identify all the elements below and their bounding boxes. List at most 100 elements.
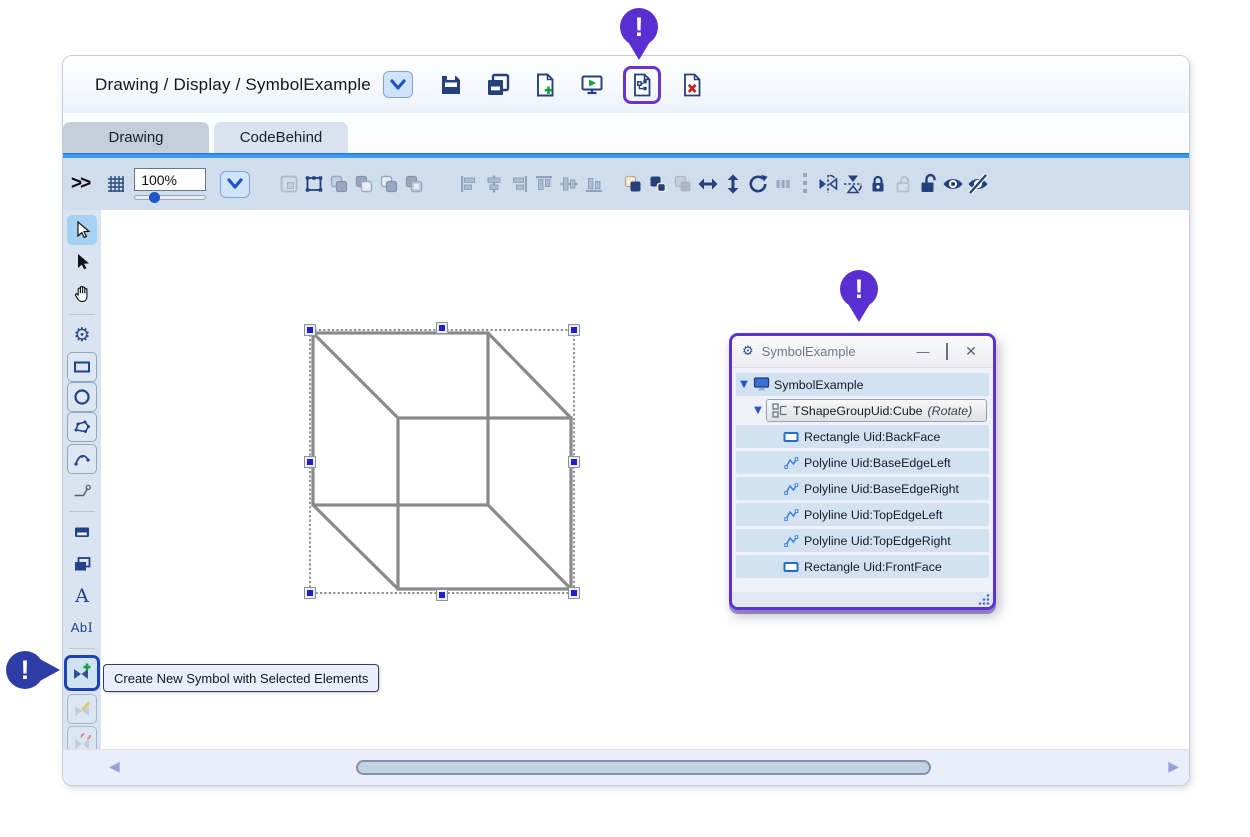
tree-row-group[interactable]: ▼ TShapeGroupUid:Cube (Rotate) bbox=[736, 399, 989, 422]
chevron-down-icon bbox=[389, 78, 407, 92]
zoom-slider[interactable] bbox=[134, 195, 206, 200]
expander-icon[interactable]: ▼ bbox=[750, 405, 766, 416]
scroll-left-arrow[interactable]: ◀ bbox=[109, 759, 120, 775]
unlock-button[interactable] bbox=[890, 172, 915, 197]
align-left-button[interactable] bbox=[456, 172, 481, 197]
send-to-back-button[interactable] bbox=[401, 172, 426, 197]
display-icon bbox=[753, 377, 770, 392]
horizontal-scrollbar[interactable]: ◀ ▶ bbox=[63, 749, 1189, 785]
ellipse-tool[interactable] bbox=[67, 382, 97, 412]
tree-row-backface[interactable]: Rectangle Uid:BackFace bbox=[736, 425, 989, 448]
create-symbol-file-button[interactable] bbox=[628, 71, 656, 99]
tree-selected-item[interactable]: TShapeGroupUid:Cube (Rotate) bbox=[766, 399, 987, 422]
cube-top-edge-left[interactable] bbox=[313, 333, 398, 418]
mirror-vertical-icon bbox=[841, 172, 865, 196]
zoom-dropdown-button[interactable] bbox=[220, 171, 250, 198]
align-center-horizontal-button[interactable] bbox=[481, 172, 506, 197]
symbol-window-titlebar[interactable]: ⚙ SymbolExample — ✕ bbox=[732, 336, 993, 368]
curve-tool[interactable] bbox=[67, 444, 97, 474]
tool-sidebar: ⚙ A AbI bbox=[63, 210, 101, 751]
grid-toggle-button[interactable] bbox=[103, 172, 128, 197]
cube-base-edge-left[interactable] bbox=[313, 505, 398, 589]
expander-icon[interactable]: ▼ bbox=[736, 379, 752, 390]
run-preview-button[interactable] bbox=[576, 69, 608, 101]
align-bottom-icon bbox=[582, 172, 606, 196]
delete-document-button[interactable] bbox=[676, 69, 708, 101]
scrollbar-thumb[interactable] bbox=[356, 760, 931, 775]
pan-tool[interactable] bbox=[67, 279, 97, 309]
dimension-tool[interactable] bbox=[67, 476, 97, 506]
new-document-button[interactable] bbox=[529, 69, 561, 101]
scroll-right-arrow[interactable]: ▶ bbox=[1168, 759, 1179, 775]
align-middle-button[interactable] bbox=[556, 172, 581, 197]
delete-document-icon bbox=[679, 72, 705, 98]
run-preview-icon bbox=[579, 72, 605, 98]
tree-row-baseedgeright[interactable]: Polyline Uid:BaseEdgeRight bbox=[736, 477, 989, 500]
create-symbol-tool[interactable] bbox=[67, 658, 97, 688]
layers-tool[interactable] bbox=[67, 549, 97, 579]
document-dropdown-button[interactable] bbox=[383, 71, 413, 98]
polygon-tool[interactable] bbox=[67, 412, 97, 442]
settings-tool[interactable]: ⚙ bbox=[67, 320, 97, 350]
symbol-example-window[interactable]: ⚙ SymbolExample — ✕ ▼ SymbolExample ▼ bbox=[729, 333, 996, 610]
rotate-button[interactable] bbox=[745, 172, 770, 197]
maximize-button[interactable] bbox=[935, 344, 959, 359]
flip-vertical-button[interactable] bbox=[720, 172, 745, 197]
distribute-button[interactable] bbox=[770, 172, 795, 197]
tree-row-baseedgeleft[interactable]: Polyline Uid:BaseEdgeLeft bbox=[736, 451, 989, 474]
label-tool[interactable]: AbI bbox=[67, 613, 97, 643]
close-button[interactable]: ✕ bbox=[959, 343, 983, 360]
bring-forward-button[interactable] bbox=[376, 172, 401, 197]
ungroup-button[interactable] bbox=[645, 172, 670, 197]
show-element-button[interactable] bbox=[940, 172, 965, 197]
flip-horizontal-button[interactable] bbox=[695, 172, 720, 197]
text-tool[interactable]: A bbox=[67, 581, 97, 611]
mirror-horizontal-button[interactable] bbox=[815, 172, 840, 197]
tree-row-root[interactable]: ▼ SymbolExample bbox=[736, 373, 989, 396]
group-disabled-button[interactable] bbox=[670, 172, 695, 197]
align-right-icon bbox=[507, 172, 531, 196]
edit-symbol-tool[interactable] bbox=[67, 694, 97, 724]
select-bounds-icon bbox=[277, 172, 301, 196]
bring-to-front-button[interactable] bbox=[326, 172, 351, 197]
rectangle-icon bbox=[783, 430, 800, 444]
align-bottom-button[interactable] bbox=[581, 172, 606, 197]
tree-row-topedgeleft[interactable]: Polyline Uid:TopEdgeLeft bbox=[736, 503, 989, 526]
tab-drawing[interactable]: Drawing bbox=[63, 122, 209, 153]
cube-group[interactable] bbox=[313, 333, 571, 589]
align-middle-icon bbox=[557, 172, 581, 196]
zoom-input[interactable] bbox=[134, 168, 206, 191]
resize-grip-icon[interactable] bbox=[977, 593, 991, 605]
transform-handles-button[interactable] bbox=[301, 172, 326, 197]
filled-rectangle-tool[interactable] bbox=[67, 517, 97, 547]
align-top-button[interactable] bbox=[531, 172, 556, 197]
zoom-slider-knob[interactable] bbox=[149, 192, 160, 203]
select-bounds-button[interactable] bbox=[276, 172, 301, 197]
direct-select-tool[interactable] bbox=[67, 247, 97, 277]
polyline-icon bbox=[783, 481, 799, 496]
top-toolbar: Drawing / Display / SymbolExample bbox=[63, 56, 1189, 113]
create-symbol-file-icon bbox=[629, 72, 655, 98]
minimize-button[interactable]: — bbox=[911, 344, 935, 359]
group-button[interactable] bbox=[620, 172, 645, 197]
ellipse-tool-icon bbox=[72, 387, 92, 407]
polygon-tool-icon bbox=[72, 417, 92, 437]
save-all-button[interactable] bbox=[482, 69, 514, 101]
hide-element-button[interactable] bbox=[965, 172, 990, 197]
tree-row-frontface[interactable]: Rectangle Uid:FrontFace bbox=[736, 555, 989, 578]
cube-base-edge-right[interactable] bbox=[488, 505, 571, 589]
tree-row-topedgeright[interactable]: Polyline Uid:TopEdgeRight bbox=[736, 529, 989, 552]
cube-top-edge-right[interactable] bbox=[488, 333, 571, 418]
toolbar-overflow-button[interactable]: >> bbox=[71, 173, 89, 195]
lock-icon bbox=[866, 172, 890, 196]
send-backward-button[interactable] bbox=[351, 172, 376, 197]
select-tool[interactable] bbox=[67, 215, 97, 245]
lock-button[interactable] bbox=[865, 172, 890, 197]
align-right-button[interactable] bbox=[506, 172, 531, 197]
save-button[interactable] bbox=[435, 69, 467, 101]
mirror-vertical-button[interactable] bbox=[840, 172, 865, 197]
align-left-icon bbox=[457, 172, 481, 196]
padlock-open-button[interactable] bbox=[915, 172, 940, 197]
rectangle-tool[interactable] bbox=[67, 352, 97, 382]
tab-codebehind[interactable]: CodeBehind bbox=[214, 122, 348, 153]
